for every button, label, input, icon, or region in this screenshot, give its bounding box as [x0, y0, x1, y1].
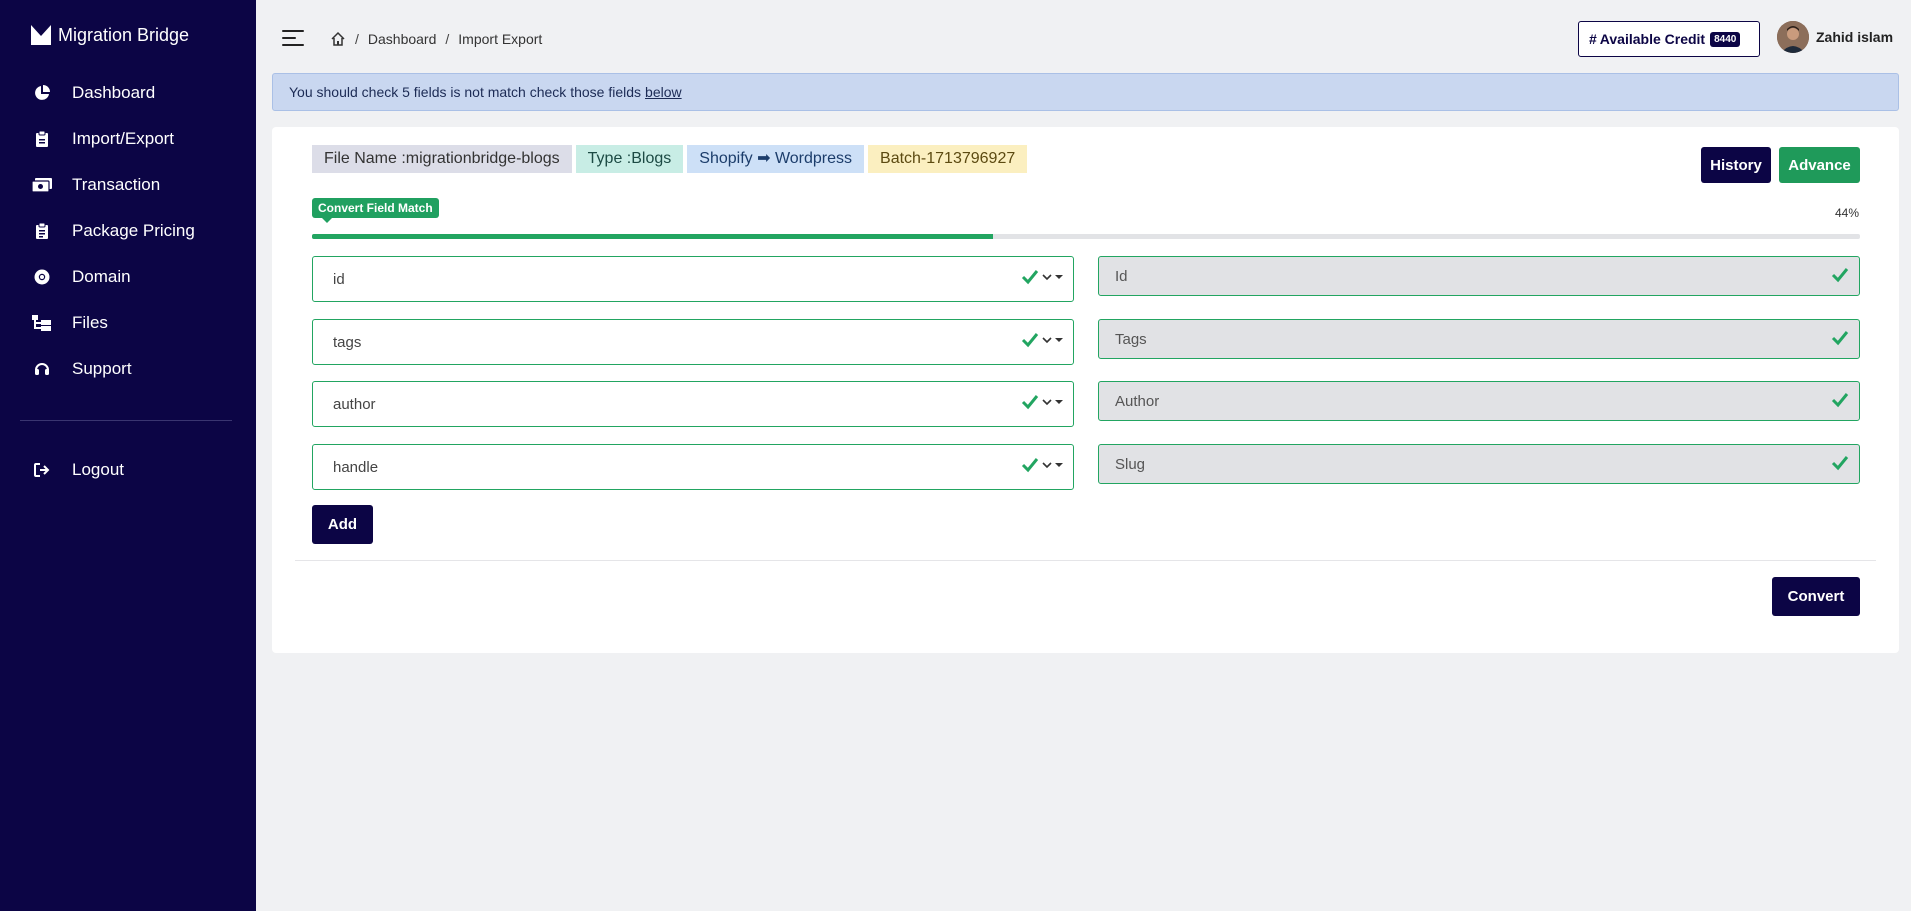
sidebar-item-label: Transaction — [72, 175, 161, 194]
platform-path-tag: Shopify ➡ Wordpress — [687, 145, 865, 173]
sidebar-item-label: Domain — [72, 267, 131, 286]
check-icon — [1831, 268, 1849, 283]
source-field-value: handle — [333, 458, 379, 476]
progress-fill — [312, 234, 994, 239]
import-card: File Name :migrationbridge-blogs Type :B… — [272, 127, 1899, 653]
chevron-down-icon — [1042, 399, 1052, 406]
avatar[interactable] — [1777, 21, 1809, 53]
sidebar-item-support[interactable]: Support — [0, 346, 256, 392]
source-field-select[interactable]: id — [312, 256, 1074, 302]
logout-icon — [32, 460, 52, 480]
logout-button[interactable]: Logout — [0, 447, 256, 493]
convert-button[interactable]: Convert — [1772, 577, 1860, 616]
menu-toggle-icon[interactable] — [282, 30, 304, 48]
check-icon — [1021, 270, 1039, 285]
target-field: Author — [1098, 381, 1860, 421]
breadcrumb-dashboard[interactable]: Dashboard — [368, 31, 437, 47]
sidebar-item-files[interactable]: Files — [0, 300, 256, 346]
breadcrumb-separator: / — [445, 31, 450, 47]
pie-chart-icon — [32, 83, 52, 103]
add-mapping-button[interactable]: Add — [312, 505, 373, 544]
sidebar-item-label: Files — [72, 313, 108, 332]
caret-down-icon — [1055, 275, 1063, 279]
divider — [295, 560, 1876, 561]
sidebar-item-dashboard[interactable]: Dashboard — [0, 70, 256, 116]
available-credit-button[interactable]: # Available Credit 8440 — [1578, 21, 1760, 57]
target-field-value: Author — [1115, 392, 1160, 410]
source-field-select[interactable]: handle — [312, 444, 1074, 490]
target-field: Tags — [1098, 319, 1860, 359]
caret-down-icon — [1055, 400, 1063, 404]
progress-bar — [312, 234, 1860, 239]
target-field: Slug — [1098, 444, 1860, 484]
target-field-value: Id — [1115, 267, 1128, 285]
breadcrumb-separator: / — [355, 31, 359, 47]
breadcrumb: / Dashboard / Import Export — [330, 31, 542, 47]
sidebar: Migration Bridge Dashboard Import/Export… — [0, 0, 256, 911]
check-icon — [1831, 331, 1849, 346]
file-name-tag: File Name :migrationbridge-blogs — [312, 145, 572, 173]
alert-text: You should check 5 fields is not match c… — [289, 84, 642, 100]
sidebar-item-domain[interactable]: Domain — [0, 254, 256, 300]
sidebar-item-label: Support — [72, 359, 132, 378]
logo-icon — [31, 25, 51, 45]
check-icon — [1021, 458, 1039, 473]
type-tag: Type :Blogs — [575, 145, 684, 173]
user-name[interactable]: Zahid islam — [1816, 29, 1893, 45]
sidebar-item-label: Import/Export — [72, 129, 175, 148]
logout-label: Logout — [72, 460, 124, 479]
alert-banner: You should check 5 fields is not match c… — [272, 73, 1899, 111]
target-field-value: Slug — [1115, 455, 1146, 473]
batch-tag: Batch-1713796927 — [868, 145, 1028, 173]
sidebar-item-import-export[interactable]: Import/Export — [0, 116, 256, 162]
chevron-down-icon — [1042, 274, 1052, 281]
clipboard-icon — [32, 129, 52, 149]
progress-percent: 44% — [1834, 206, 1859, 220]
sidebar-nav: Dashboard Import/Export Transaction Pack… — [0, 70, 256, 392]
check-icon — [1831, 393, 1849, 408]
check-icon — [1831, 456, 1849, 471]
sidebar-item-package-pricing[interactable]: Package Pricing — [0, 208, 256, 254]
breadcrumb-current: Import Export — [458, 31, 543, 47]
source-field-select[interactable]: author — [312, 381, 1074, 427]
caret-down-icon — [1055, 338, 1063, 342]
chevron-down-icon — [1042, 337, 1052, 344]
chrome-icon — [32, 267, 52, 287]
headset-icon — [32, 359, 52, 379]
check-icon — [1021, 333, 1039, 348]
sidebar-item-label: Dashboard — [72, 83, 156, 102]
brand[interactable]: Migration Bridge — [0, 0, 256, 70]
home-icon[interactable] — [330, 31, 346, 47]
sitemap-icon — [32, 313, 52, 333]
source-field-value: tags — [333, 333, 362, 351]
chevron-down-icon — [1042, 462, 1052, 469]
sidebar-item-transaction[interactable]: Transaction — [0, 162, 256, 208]
source-field-select[interactable]: tags — [312, 319, 1074, 365]
job-info-tags: File Name :migrationbridge-blogs Type :B… — [312, 145, 1028, 173]
advance-button[interactable]: Advance — [1779, 147, 1860, 183]
target-field-value: Tags — [1115, 330, 1147, 348]
check-icon — [1021, 395, 1039, 410]
caret-down-icon — [1055, 463, 1063, 467]
progress-label: Convert Field Match — [312, 198, 439, 223]
money-icon — [32, 175, 52, 195]
sidebar-item-label: Package Pricing — [72, 221, 195, 240]
target-field: Id — [1098, 256, 1860, 296]
hash-icon: # — [1589, 31, 1597, 47]
sidebar-divider — [20, 420, 232, 421]
topbar: / Dashboard / Import Export # Available … — [256, 0, 1911, 72]
credit-badge: 8440 — [1710, 31, 1741, 47]
target-platform: Wordpress — [774, 150, 853, 167]
source-field-value: author — [333, 395, 376, 413]
brand-name: Migration Bridge — [58, 24, 190, 45]
alert-link-below[interactable]: below — [645, 84, 682, 100]
arrow-icon: ➡ — [757, 150, 771, 167]
credit-label: Available Credit — [1599, 31, 1706, 47]
source-platform: Shopify — [699, 150, 753, 167]
clipboard-list-icon — [32, 221, 52, 241]
history-button[interactable]: History — [1701, 147, 1771, 183]
source-field-value: id — [333, 270, 345, 288]
